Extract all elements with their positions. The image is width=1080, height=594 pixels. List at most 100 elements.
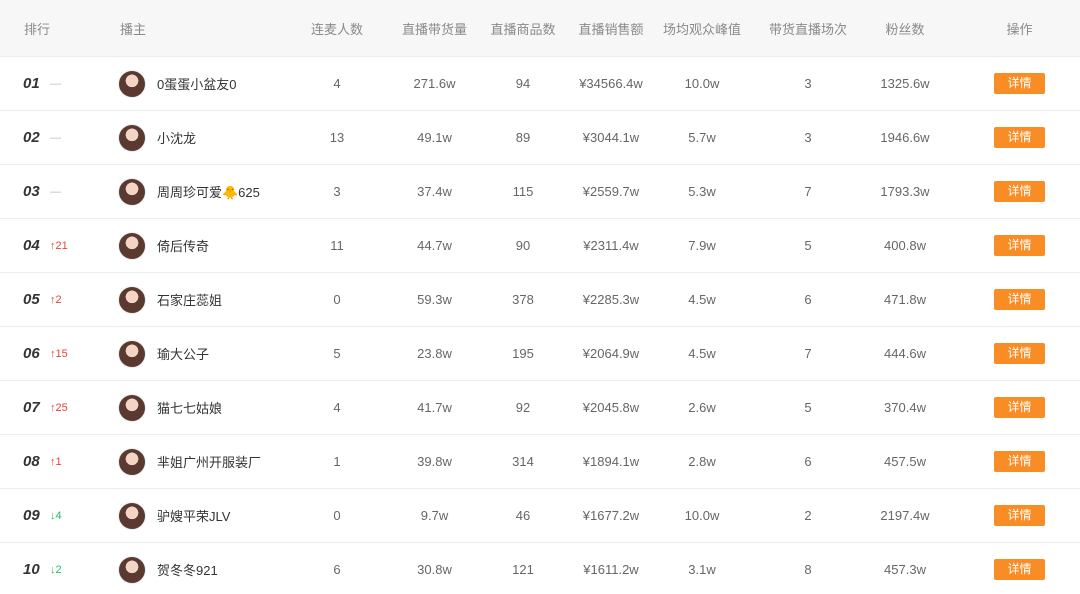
fans-count: 1793.3w [880, 184, 930, 199]
detail-button[interactable]: 详情 [994, 235, 1045, 256]
op-cell: 详情 [949, 505, 1080, 526]
rank-cell: 06 ↑15 [0, 345, 118, 362]
rank-number: 06 [23, 345, 40, 362]
rank-number: 04 [23, 237, 40, 254]
anchor-cell[interactable]: 0蛋蛋小盆友0 [118, 69, 278, 98]
detail-button[interactable]: 详情 [994, 127, 1045, 148]
rank-number: 10 [23, 561, 40, 578]
avatar[interactable] [118, 231, 146, 260]
lianmai-count: 5 [333, 346, 341, 361]
gmv-value: 271.6w [413, 76, 456, 91]
anchor-name[interactable]: 小沈龙 [157, 128, 196, 147]
anchor-name[interactable]: 瑜大公子 [157, 344, 209, 363]
op-cell: 详情 [949, 73, 1080, 94]
detail-button[interactable]: 详情 [994, 289, 1045, 310]
table-row: 07 ↑25 猫七七姑娘 4 41.7w 92 ¥2045.8w 2.6w 5 … [0, 380, 1080, 434]
header-goods: 直播商品数 [490, 21, 556, 37]
rank-cell: 02 — [0, 129, 118, 146]
anchor-name[interactable]: 周周珍可爱🐥625 [157, 182, 260, 201]
peak-viewers: 10.0w [684, 76, 720, 91]
rank-number: 08 [23, 453, 40, 470]
goods-count: 195 [512, 346, 534, 361]
avatar[interactable] [118, 393, 146, 422]
anchor-cell[interactable]: 周周珍可爱🐥625 [118, 177, 278, 206]
lianmai-count: 4 [333, 76, 341, 91]
table-row: 03 — 周周珍可爱🐥625 3 37.4w 115 ¥2559.7w 5.3w… [0, 164, 1080, 218]
header-gmv: 直播带货量 [401, 21, 467, 37]
gmv-value: 9.7w [420, 508, 449, 523]
lianmai-count: 0 [333, 508, 341, 523]
session-count: 7 [804, 184, 812, 199]
rank-cell: 10 ↓2 [0, 561, 118, 578]
table-row: 04 ↑21 倚后传奇 11 44.7w 90 ¥2311.4w 7.9w 5 … [0, 218, 1080, 272]
avatar[interactable] [118, 447, 146, 476]
avatar[interactable] [118, 285, 146, 314]
gmv-value: 41.7w [417, 400, 452, 415]
goods-count: 46 [515, 508, 531, 523]
sales-value: ¥2064.9w [582, 346, 640, 361]
session-count: 5 [804, 238, 812, 253]
sales-value: ¥1677.2w [582, 508, 640, 523]
detail-button[interactable]: 详情 [994, 181, 1045, 202]
fans-count: 457.5w [884, 454, 926, 469]
gmv-value: 49.1w [417, 130, 452, 145]
detail-button[interactable]: 详情 [994, 451, 1045, 472]
anchor-name[interactable]: 倚后传奇 [157, 236, 209, 255]
peak-viewers: 7.9w [688, 238, 716, 253]
avatar[interactable] [118, 501, 146, 530]
rank-change: — [50, 185, 61, 198]
anchor-cell[interactable]: 驴嫂平荣JLV [118, 501, 278, 530]
rank-number: 09 [23, 507, 40, 524]
anchor-name[interactable]: 芈姐广州开服装厂 [157, 452, 261, 471]
anchor-cell[interactable]: 瑜大公子 [118, 339, 278, 368]
session-count: 6 [804, 292, 812, 307]
detail-button[interactable]: 详情 [994, 73, 1045, 94]
op-cell: 详情 [949, 235, 1080, 256]
gmv-value: 39.8w [417, 454, 452, 469]
goods-count: 121 [512, 562, 534, 577]
op-cell: 详情 [949, 289, 1080, 310]
goods-count: 378 [512, 292, 534, 307]
header-anchor: 播主 [120, 21, 147, 37]
detail-button[interactable]: 详情 [994, 559, 1045, 580]
peak-viewers: 5.7w [688, 130, 716, 145]
header-lianmai: 连麦人数 [310, 21, 363, 37]
anchor-name[interactable]: 石家庄蕊姐 [157, 290, 222, 309]
anchor-cell[interactable]: 小沈龙 [118, 123, 278, 152]
session-count: 5 [804, 400, 812, 415]
detail-button[interactable]: 详情 [994, 343, 1045, 364]
sales-value: ¥1894.1w [582, 454, 640, 469]
anchor-name[interactable]: 驴嫂平荣JLV [157, 506, 230, 525]
anchor-name[interactable]: 贺冬冬921 [157, 560, 218, 579]
avatar[interactable] [118, 123, 146, 152]
peak-viewers: 10.0w [684, 508, 720, 523]
anchor-cell[interactable]: 芈姐广州开服装厂 [118, 447, 278, 476]
rank-change: ↑25 [50, 401, 68, 414]
rank-change: ↑15 [50, 347, 68, 360]
anchor-name[interactable]: 0蛋蛋小盆友0 [157, 74, 236, 93]
goods-count: 92 [515, 400, 531, 415]
rank-cell: 03 — [0, 183, 118, 200]
anchor-cell[interactable]: 倚后传奇 [118, 231, 278, 260]
session-count: 7 [804, 346, 812, 361]
goods-count: 314 [512, 454, 534, 469]
avatar[interactable] [118, 69, 146, 98]
rank-change: ↑1 [50, 455, 62, 468]
anchor-cell[interactable]: 猫七七姑娘 [118, 393, 278, 422]
goods-count: 90 [515, 238, 531, 253]
detail-button[interactable]: 详情 [994, 505, 1045, 526]
avatar[interactable] [118, 177, 146, 206]
avatar[interactable] [118, 555, 146, 584]
gmv-value: 23.8w [417, 346, 452, 361]
table-header: 排行 播主 连麦人数 直播带货量 直播商品数 直播销售额 场均观众峰值 带货直播… [0, 0, 1080, 56]
avatar[interactable] [118, 339, 146, 368]
rank-cell: 04 ↑21 [0, 237, 118, 254]
peak-viewers: 5.3w [688, 184, 716, 199]
anchor-name[interactable]: 猫七七姑娘 [157, 398, 222, 417]
goods-count: 89 [515, 130, 531, 145]
anchor-cell[interactable]: 贺冬冬921 [118, 555, 278, 584]
detail-button[interactable]: 详情 [994, 397, 1045, 418]
fans-count: 471.8w [884, 292, 926, 307]
header-op: 操作 [1006, 21, 1033, 37]
anchor-cell[interactable]: 石家庄蕊姐 [118, 285, 278, 314]
